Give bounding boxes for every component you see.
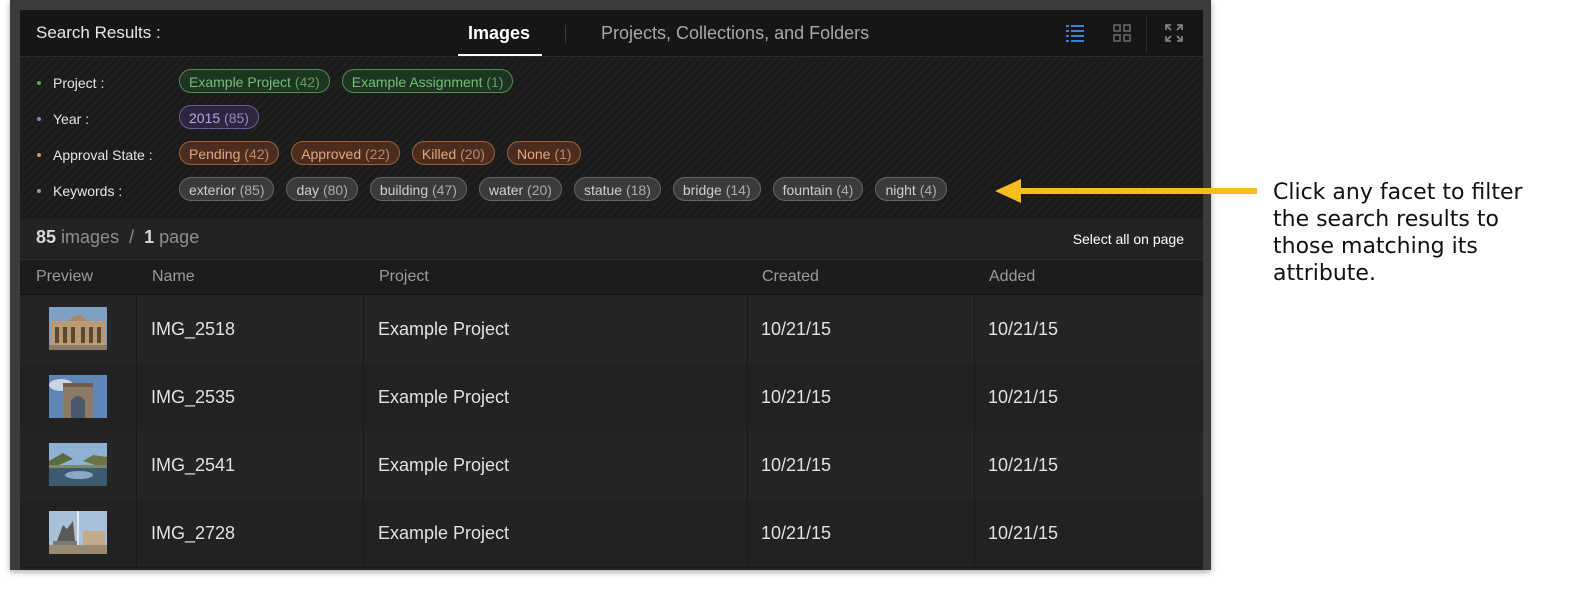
facet-label: Approval State : xyxy=(53,147,153,163)
column-divider xyxy=(747,431,748,499)
result-count: 85 images / 1 page xyxy=(36,227,200,247)
annotation-text: Click any facet to filter the search res… xyxy=(1273,180,1523,286)
facet-chip-water[interactable]: water (20) xyxy=(478,177,562,201)
column-divider xyxy=(747,295,748,363)
cell-added: 10/21/15 xyxy=(988,387,1059,407)
thumbnail-img-2535[interactable] xyxy=(49,375,107,418)
tab-divider xyxy=(565,25,566,43)
callout-arrow xyxy=(995,179,1257,203)
column-divider xyxy=(363,363,364,431)
cell-created: 10/21/15 xyxy=(761,523,832,543)
facet-chip-bridge[interactable]: bridge (14) xyxy=(672,177,761,201)
facet-chip-exterior[interactable]: exterior (85) xyxy=(179,177,275,201)
column-divider xyxy=(363,295,364,363)
facet-bullet xyxy=(37,189,41,193)
cell-added: 10/21/15 xyxy=(988,455,1059,475)
table-row[interactable]: IMG_2518 Example Project 10/21/15 10/21/… xyxy=(20,295,1203,364)
facet-chip-2015[interactable]: 2015 (85) xyxy=(179,105,259,129)
facet-chip-killed[interactable]: Killed (20) xyxy=(411,141,495,165)
facet-chip-pending[interactable]: Pending (42) xyxy=(179,141,280,165)
tab-projects-collections-folders[interactable]: Projects, Collections, and Folders xyxy=(601,23,869,44)
cell-created: 10/21/15 xyxy=(761,319,832,339)
facet-bullet xyxy=(37,153,41,157)
column-divider xyxy=(747,499,748,567)
search-results-title: Search Results : xyxy=(36,23,161,42)
cell-name: IMG_2541 xyxy=(151,455,236,475)
results-summary: 85 images / 1 page Select all on page xyxy=(20,219,1203,260)
column-divider xyxy=(136,499,137,567)
select-all-on-page-button[interactable]: Select all on page xyxy=(1073,231,1184,247)
cell-created: 10/21/15 xyxy=(761,455,832,475)
thumbnail-img-2728[interactable] xyxy=(49,511,107,554)
cell-name: IMG_2518 xyxy=(151,319,236,339)
facet-chip-example-project[interactable]: Example Project (42) xyxy=(179,69,330,93)
facet-chip-day[interactable]: day (80) xyxy=(286,177,358,201)
facet-label: Project : xyxy=(53,75,105,91)
facet-chip-night[interactable]: night (4) xyxy=(875,177,947,201)
column-divider xyxy=(974,295,975,363)
table-row[interactable]: IMG_2541 Example Project 10/21/15 10/21/… xyxy=(20,431,1203,500)
table-row[interactable]: IMG_2535 Example Project 10/21/15 10/21/… xyxy=(20,363,1203,432)
column-added[interactable]: Added xyxy=(989,268,1035,286)
cell-project: Example Project xyxy=(378,523,510,543)
facet-bullet xyxy=(37,81,41,85)
cell-added: 10/21/15 xyxy=(988,319,1059,339)
table-header: Preview Name Project Created Added xyxy=(20,260,1203,295)
column-project[interactable]: Project xyxy=(379,268,429,286)
column-created[interactable]: Created xyxy=(762,268,819,286)
list-view-icon[interactable] xyxy=(1066,24,1084,42)
cell-project: Example Project xyxy=(378,319,510,339)
table-row[interactable]: IMG_2728 Example Project 10/21/15 10/21/… xyxy=(20,499,1203,568)
column-divider xyxy=(747,363,748,431)
thumbnail-img-2518[interactable] xyxy=(49,307,107,350)
thumbnail-img-2541[interactable] xyxy=(49,443,107,486)
facet-chip-building[interactable]: building (47) xyxy=(369,177,467,201)
view-divider xyxy=(1146,16,1147,52)
column-divider xyxy=(136,431,137,499)
facet-chip-approved[interactable]: Approved (22) xyxy=(291,141,400,165)
facet-label: Year : xyxy=(53,111,90,127)
column-divider xyxy=(974,431,975,499)
column-divider xyxy=(363,431,364,499)
search-results-panel: Search Results : Images Projects, Collec… xyxy=(20,10,1203,570)
column-name[interactable]: Name xyxy=(152,268,195,286)
column-divider xyxy=(363,499,364,567)
column-divider xyxy=(974,363,975,431)
facet-bullet xyxy=(37,117,41,121)
cell-created: 10/21/15 xyxy=(761,387,832,407)
results-header: Search Results : Images Projects, Collec… xyxy=(20,10,1203,57)
column-divider xyxy=(136,363,137,431)
facet-chip-none[interactable]: None (1) xyxy=(506,141,582,165)
column-preview[interactable]: Preview xyxy=(36,268,93,286)
column-divider xyxy=(136,295,137,363)
cell-project: Example Project xyxy=(378,455,510,475)
facet-chip-fountain[interactable]: fountain (4) xyxy=(772,177,864,201)
fullscreen-icon[interactable] xyxy=(1165,24,1183,42)
facet-chip-statue[interactable]: statue (18) xyxy=(573,177,661,201)
tab-images[interactable]: Images xyxy=(457,23,543,56)
cell-added: 10/21/15 xyxy=(988,523,1059,543)
facet-label: Keywords : xyxy=(53,183,123,199)
cell-name: IMG_2535 xyxy=(151,387,236,407)
column-divider xyxy=(974,499,975,567)
grid-view-icon[interactable] xyxy=(1113,24,1131,42)
cell-project: Example Project xyxy=(378,387,510,407)
facet-chip-example-assignment[interactable]: Example Assignment (1) xyxy=(341,69,514,93)
cell-name: IMG_2728 xyxy=(151,523,236,543)
